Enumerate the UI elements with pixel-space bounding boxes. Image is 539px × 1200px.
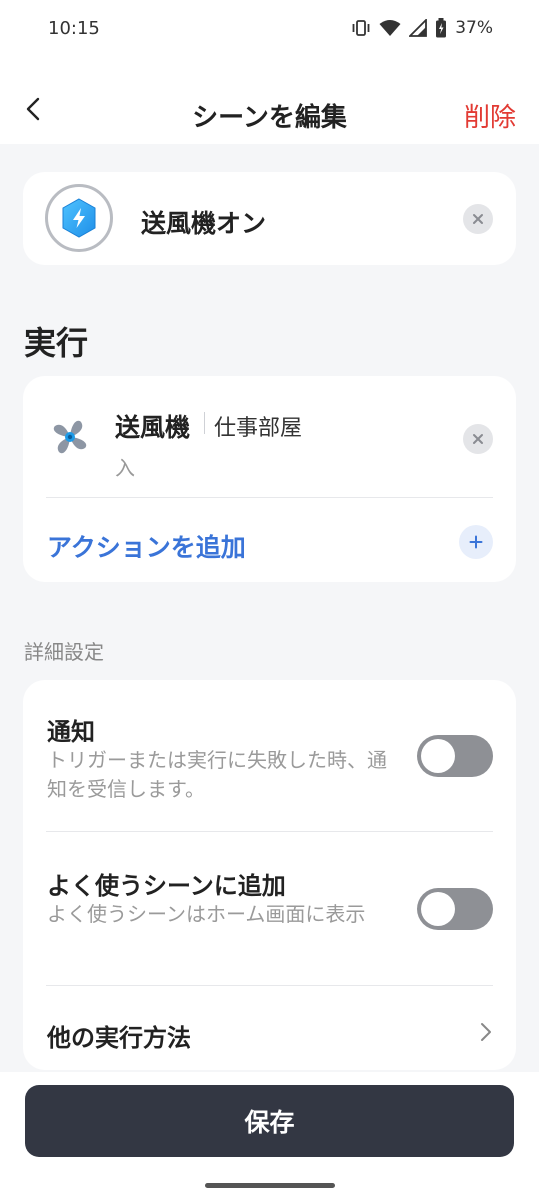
- battery-icon: [436, 18, 447, 38]
- scene-name-card: 送風機オン: [23, 172, 516, 265]
- status-bar: 10:15 37%: [0, 0, 539, 62]
- advanced-settings-card: 通知 トリガーまたは実行に失敗した時、通知を受信します。 よく使うシーンに追加 …: [23, 680, 516, 1070]
- notification-title: 通知: [47, 718, 95, 746]
- other-methods-title[interactable]: 他の実行方法: [47, 1018, 191, 1053]
- page-title: シーンを編集: [192, 103, 347, 133]
- home-indicator[interactable]: [205, 1183, 335, 1188]
- device-state: 入: [115, 456, 135, 480]
- close-icon: [473, 434, 483, 444]
- status-time: 10:15: [48, 18, 100, 39]
- add-action-button[interactable]: [459, 525, 493, 559]
- add-action-link[interactable]: アクションを追加: [47, 528, 246, 564]
- notification-description: トリガーまたは実行に失敗した時、通知を受信します。: [47, 748, 387, 801]
- toggle-knob: [421, 892, 455, 926]
- scene-name[interactable]: 送風機オン: [141, 204, 266, 240]
- battery-percent: 37%: [455, 18, 493, 38]
- divider: [46, 985, 493, 986]
- save-button[interactable]: 保存: [25, 1085, 514, 1157]
- favorite-scene-toggle[interactable]: [417, 888, 493, 930]
- actions-card: 送風機 仕事部屋 入 アクションを追加: [23, 376, 516, 582]
- top-bar: シーンを編集 削除: [0, 62, 539, 144]
- remove-action-button[interactable]: [463, 424, 493, 454]
- signal-icon: [409, 19, 428, 37]
- scene-icon-button[interactable]: [45, 184, 113, 252]
- status-icons: 37%: [351, 18, 493, 38]
- chevron-right-icon[interactable]: [478, 1020, 494, 1044]
- favorite-scene-description: よく使うシーンはホーム画面に表示: [47, 902, 366, 926]
- clear-scene-name-button[interactable]: [463, 204, 493, 234]
- fan-icon: [53, 420, 87, 454]
- vibrate-icon: [352, 20, 370, 36]
- device-room: 仕事部屋: [214, 416, 303, 441]
- toggle-knob: [421, 739, 455, 773]
- divider: [46, 831, 493, 832]
- delete-button[interactable]: 削除: [464, 97, 516, 134]
- wifi-icon: [379, 20, 401, 36]
- notification-toggle[interactable]: [417, 735, 493, 777]
- device-divider: [204, 412, 205, 434]
- lightning-hexagon-icon: [62, 198, 96, 238]
- device-name[interactable]: 送風機: [115, 408, 190, 444]
- advanced-settings-label: 詳細設定: [24, 640, 104, 664]
- plus-icon: [469, 535, 483, 549]
- execute-section-title: 実行: [24, 324, 89, 362]
- favorite-scene-title: よく使うシーンに追加: [47, 872, 286, 900]
- divider: [46, 497, 493, 498]
- close-icon: [473, 214, 483, 224]
